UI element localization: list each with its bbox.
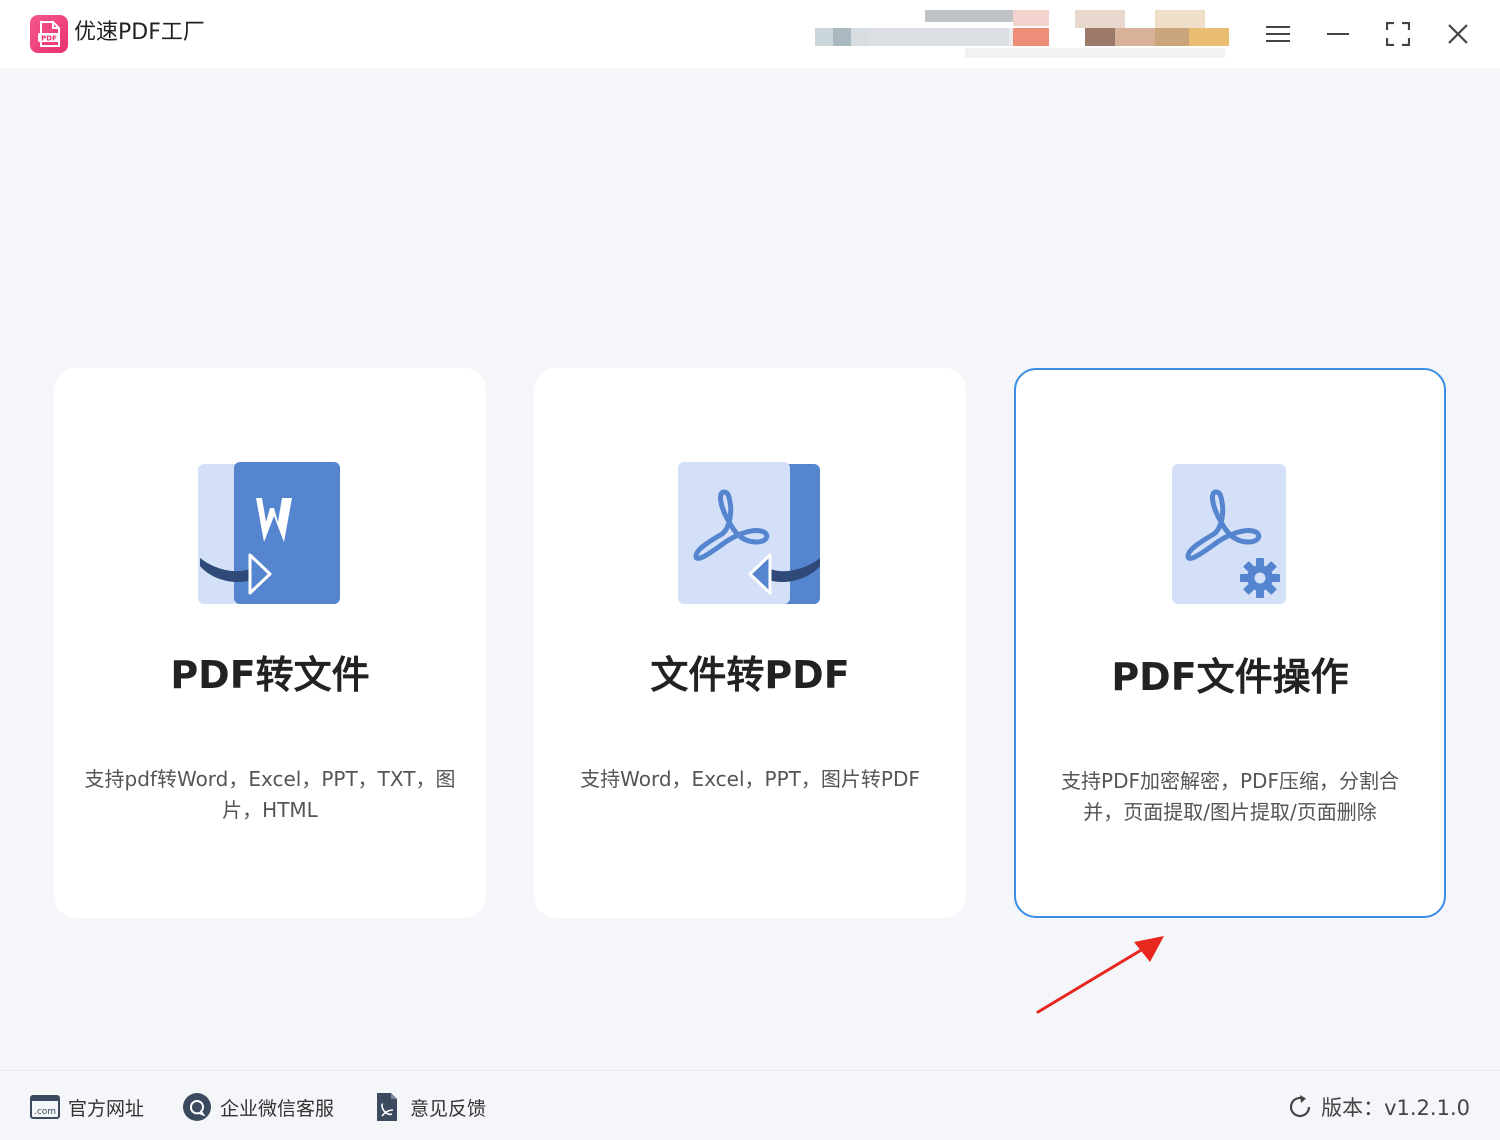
version-label: 版本：v1.2.1.0 (1321, 1096, 1470, 1120)
card-title: 文件转PDF (650, 653, 850, 697)
card-pdf-operation[interactable]: PDF文件操作 支持PDF加密解密，PDF压缩，分割合并，页面提取/图片提取/页… (1014, 368, 1446, 918)
official-website-link[interactable]: .com 官方网址 (30, 1091, 144, 1123)
footer-bar: .com 官方网址 企业微信客服 意见反馈 版本：v1.2.1.0 (0, 1070, 1500, 1140)
version-info: 版本：v1.2.1.0 (1285, 1091, 1470, 1123)
feedback-label: 意见反馈 (410, 1097, 487, 1120)
card-description: 支持Word，Excel，PPT，图片转PDF (580, 767, 920, 791)
wechat-support-link[interactable]: 企业微信客服 (182, 1091, 334, 1123)
annotation-arrow-icon (1036, 936, 1164, 1014)
pdf-to-word-icon (198, 462, 340, 604)
card-description: 支持pdf转Word，Excel，PPT，TXT，图片，HTML (84, 767, 456, 822)
website-icon: .com (30, 1092, 60, 1122)
user-account-blurred[interactable] (815, 10, 1235, 60)
wechat-support-label: 企业微信客服 (220, 1097, 335, 1120)
app-title: 优速PDF工厂 (74, 20, 205, 45)
close-icon (1448, 24, 1468, 44)
minimize-icon (1327, 33, 1349, 35)
feedback-icon (372, 1092, 402, 1122)
card-description: 支持PDF加密解密，PDF压缩，分割合并，页面提取/图片提取/页面删除 (1061, 769, 1399, 824)
maximize-button[interactable] (1378, 14, 1418, 54)
card-title: PDF文件操作 (1111, 655, 1349, 699)
official-website-label: 官方网址 (68, 1097, 145, 1120)
hamburger-menu-icon (1266, 26, 1290, 42)
file-to-pdf-icon (678, 462, 820, 604)
minimize-button[interactable] (1318, 14, 1358, 54)
svg-text:PDF: PDF (41, 35, 57, 43)
chat-icon (182, 1092, 212, 1122)
close-button[interactable] (1438, 14, 1478, 54)
fullscreen-icon (1386, 22, 1410, 46)
app-logo-icon: PDF (30, 15, 68, 53)
refresh-icon[interactable] (1285, 1092, 1315, 1122)
card-file-to-pdf[interactable]: 文件转PDF 支持Word，Excel，PPT，图片转PDF (534, 368, 966, 918)
svg-text:.com: .com (34, 1107, 56, 1117)
pdf-operation-icon (1172, 464, 1286, 604)
card-pdf-to-file[interactable]: PDF转文件 支持pdf转Word，Excel，PPT，TXT，图片，HTML (54, 368, 486, 918)
menu-button[interactable] (1258, 14, 1298, 54)
card-title: PDF转文件 (170, 653, 370, 697)
title-bar: PDF 优速PDF工厂 (0, 0, 1500, 68)
feedback-link[interactable]: 意见反馈 (372, 1091, 486, 1123)
